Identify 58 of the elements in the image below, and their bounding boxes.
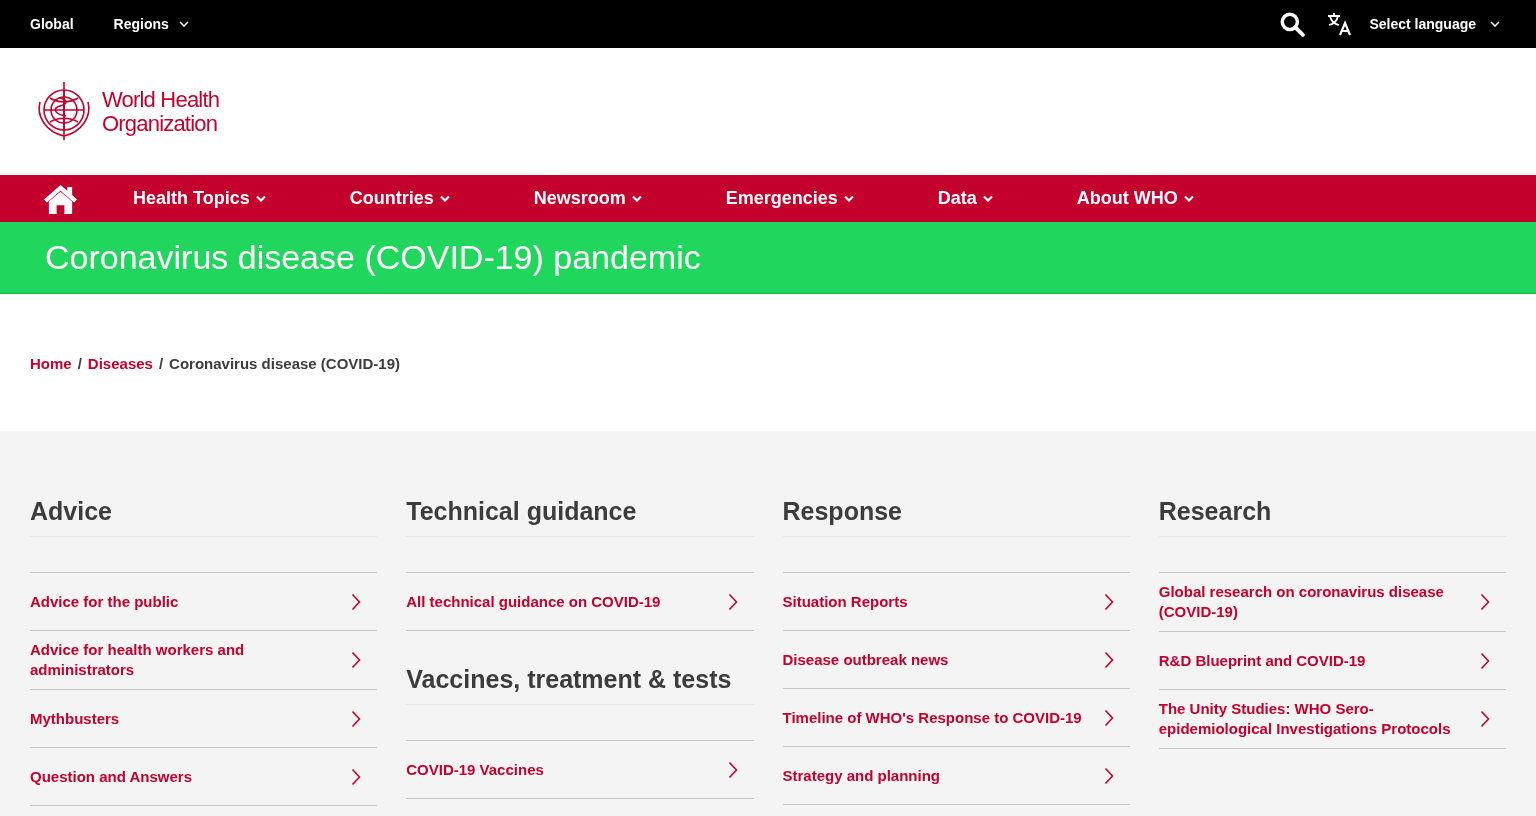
chevron-down-icon <box>439 195 450 202</box>
chevron-right-icon <box>1480 710 1490 728</box>
translate-icon <box>1327 12 1354 36</box>
chevron-right-icon <box>1103 766 1114 785</box>
link-list-item[interactable]: Strategy and planning <box>782 747 1130 805</box>
breadcrumb-link[interactable]: Diseases <box>87 354 153 372</box>
link-list-item[interactable]: All technical guidance on COVID-19 <box>406 573 754 631</box>
link-list-item[interactable]: Situation Reports <box>782 573 1130 631</box>
nav-menu-item[interactable]: Newsroom <box>533 188 642 209</box>
link-list-item[interactable]: Advice for health workers and administrators <box>30 631 378 690</box>
link-list-item[interactable]: R&D Blueprint and COVID-19 <box>1158 632 1506 690</box>
link-list-item[interactable]: Advice for the public <box>30 573 378 631</box>
chevron-right-icon <box>1480 651 1490 670</box>
chevron-down-icon <box>178 21 189 27</box>
chevron-right-icon <box>351 651 362 669</box>
link-list-item[interactable]: Timeline of WHO's Response to COVID-19 <box>782 689 1130 747</box>
section-heading: Advice <box>30 497 378 537</box>
chevron-down-icon <box>631 195 642 202</box>
breadcrumb-link[interactable]: Home <box>30 354 72 372</box>
link-list-item[interactable]: COVID-19 Vaccines <box>406 741 754 799</box>
nav-menu-item[interactable]: Emergencies <box>725 188 854 209</box>
chevron-down-icon <box>982 195 993 202</box>
chevron-right-icon <box>1103 592 1114 611</box>
top-nav-link[interactable]: Regions <box>113 16 189 32</box>
search-icon[interactable] <box>1279 11 1306 37</box>
link-list-item[interactable]: The Unity Studies: WHO Sero-epidemiological Investigations Protocols <box>1158 690 1506 749</box>
chevron-down-icon <box>1183 195 1194 202</box>
chevron-right-icon <box>1103 708 1114 727</box>
logo-text: World Health Organization <box>102 87 220 136</box>
chevron-down-icon <box>255 195 266 202</box>
nav-menu-item[interactable]: About WHO <box>1076 188 1194 209</box>
chevron-right-icon <box>1103 650 1114 669</box>
breadcrumb-current: Coronavirus disease (COVID-19) <box>169 354 400 372</box>
chevron-right-icon <box>351 592 362 611</box>
link-list-item[interactable]: Mythbusters <box>30 690 378 748</box>
chevron-right-icon <box>727 760 738 779</box>
chevron-right-icon <box>351 709 362 728</box>
breadcrumb-separator: / <box>77 354 82 372</box>
language-selector[interactable]: Select language <box>1369 16 1500 32</box>
chevron-down-icon <box>843 195 854 202</box>
chevron-right-icon <box>1480 593 1490 611</box>
link-list-item[interactable]: Global research on coronavirus disease (COVID-19) <box>1158 573 1506 632</box>
section-heading: Response <box>782 497 1130 537</box>
nav-menu-item[interactable]: Health Topics <box>133 188 266 209</box>
home-icon[interactable] <box>42 183 79 214</box>
chevron-right-icon <box>351 767 362 786</box>
top-nav-link[interactable]: Global <box>30 16 74 32</box>
nav-menu-item[interactable]: Data <box>937 188 993 209</box>
section-heading: Research <box>1158 497 1506 537</box>
chevron-down-icon <box>1490 21 1500 27</box>
page-title: Coronavirus disease (COVID-19) pandemic <box>45 238 701 277</box>
link-list-item[interactable]: Disease outbreak news <box>782 631 1130 689</box>
link-list-item[interactable]: Question and Answers <box>30 748 378 806</box>
section-heading: Vaccines, treatment & tests <box>406 665 754 705</box>
breadcrumb-separator: / <box>158 354 164 372</box>
chevron-right-icon <box>727 592 738 611</box>
nav-menu-item[interactable]: Countries <box>349 188 450 209</box>
section-heading: Technical guidance <box>406 497 754 537</box>
